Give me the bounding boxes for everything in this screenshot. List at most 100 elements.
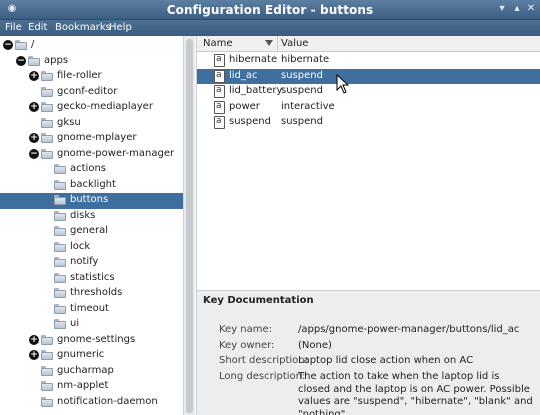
directory-tree[interactable]: − / − apps + file-roller gconf-editor + gecko-me… bbox=[0, 36, 183, 415]
tree-item[interactable]: + gnome-settings bbox=[0, 333, 183, 349]
tree-item[interactable]: ui bbox=[0, 317, 183, 333]
key-owner-value: (None) bbox=[298, 340, 332, 351]
key-list[interactable]: Name Value hibernatehibernatelid_acsuspe… bbox=[196, 36, 540, 290]
tree-item-label: apps bbox=[44, 54, 69, 66]
folder-icon bbox=[15, 40, 27, 50]
tree-item[interactable]: + gnome-mplayer bbox=[0, 131, 183, 147]
tree-scrollbar-thumb[interactable] bbox=[186, 39, 193, 413]
expand-icon[interactable]: + bbox=[29, 350, 39, 360]
tree-item[interactable]: timeout bbox=[0, 302, 183, 318]
key-name: suspend bbox=[229, 116, 271, 127]
menu-file[interactable]: File bbox=[5, 22, 22, 33]
key-row[interactable]: suspend suspend bbox=[197, 115, 540, 131]
key-name: hibernate bbox=[229, 54, 278, 65]
key-name-value: /apps/gnome-power-manager/buttons/lid_ac bbox=[298, 324, 520, 335]
folder-icon bbox=[41, 102, 53, 112]
expand-icon[interactable]: + bbox=[29, 102, 39, 112]
key-value[interactable]: hibernate bbox=[281, 54, 329, 65]
title-bar: ◉ Configuration Editor - buttons ▾ ▴ ✕ bbox=[0, 0, 540, 20]
tree-item-label: lock bbox=[70, 240, 91, 252]
key-documentation-panel: Key Documentation Key name: /apps/gnome-… bbox=[196, 290, 540, 415]
window-title: Configuration Editor - buttons bbox=[166, 3, 374, 17]
folder-icon bbox=[54, 195, 66, 205]
folder-icon bbox=[54, 288, 66, 298]
sort-descending-icon bbox=[265, 40, 273, 46]
collapse-icon[interactable]: − bbox=[29, 148, 39, 159]
key-row[interactable]: lid_batterysuspend bbox=[197, 84, 540, 100]
folder-icon bbox=[41, 117, 53, 128]
tree-item[interactable]: buttons bbox=[0, 193, 183, 209]
tree-item[interactable]: − / bbox=[0, 38, 183, 54]
tree-item-label: actions bbox=[70, 163, 106, 174]
expand-icon[interactable]: + bbox=[29, 71, 39, 81]
collapse-icon[interactable]: − bbox=[3, 40, 13, 50]
key-owner-label: Key owner: bbox=[219, 340, 275, 351]
folder-icon bbox=[41, 365, 53, 376]
tree-item[interactable]: notify bbox=[0, 255, 183, 271]
tree-item-label: notification-daemon bbox=[57, 395, 158, 407]
key-name: power bbox=[229, 100, 260, 112]
tree-item[interactable]: + gecko-mediaplayer bbox=[0, 100, 183, 116]
tree-item[interactable]: gucharmap bbox=[0, 364, 183, 380]
key-value[interactable]: suspend bbox=[281, 116, 323, 127]
key-name: lid_ac bbox=[229, 69, 258, 81]
folder-icon bbox=[54, 272, 66, 283]
tree-item[interactable]: actions bbox=[0, 162, 183, 178]
collapse-icon[interactable]: − bbox=[16, 55, 26, 66]
folder-icon bbox=[54, 241, 66, 252]
folder-icon bbox=[41, 334, 53, 345]
tree-item[interactable]: thresholds bbox=[0, 286, 183, 302]
tree-item-label: gconf-editor bbox=[57, 85, 118, 97]
tree-item[interactable]: general bbox=[0, 224, 183, 240]
folder-icon bbox=[54, 226, 66, 236]
tree-item[interactable]: lock bbox=[0, 240, 183, 256]
tree-item-label: buttons bbox=[70, 194, 109, 205]
folder-icon bbox=[54, 303, 66, 314]
key-value[interactable]: suspend bbox=[281, 70, 323, 81]
menu-help[interactable]: Help bbox=[109, 22, 132, 33]
key-row[interactable]: hibernatehibernate bbox=[197, 53, 540, 69]
tree-item[interactable]: notification-daemon bbox=[0, 395, 183, 411]
mouse-pointer-icon bbox=[336, 74, 350, 94]
key-value[interactable]: interactive bbox=[281, 101, 335, 112]
tree-scrollbar[interactable] bbox=[183, 36, 195, 415]
key-row[interactable]: power interactive bbox=[197, 100, 540, 116]
tree-item-label: gnome-power-manager bbox=[57, 147, 175, 159]
folder-icon bbox=[41, 396, 53, 407]
key-row[interactable]: lid_ac suspend bbox=[197, 68, 540, 84]
folder-icon bbox=[54, 164, 66, 174]
folder-icon bbox=[54, 179, 66, 190]
minimize-icon[interactable]: ▾ bbox=[496, 3, 508, 15]
column-header-name[interactable]: Name bbox=[203, 38, 233, 49]
menu-bar: File Edit Bookmarks Help bbox=[0, 20, 540, 36]
expand-icon[interactable]: + bbox=[29, 133, 39, 143]
column-separator[interactable] bbox=[277, 36, 278, 52]
menu-edit[interactable]: Edit bbox=[28, 22, 47, 33]
tree-item[interactable]: − gnome-power-manager bbox=[0, 147, 183, 163]
tree-item[interactable]: gconf-editor bbox=[0, 85, 183, 101]
folder-icon bbox=[54, 257, 66, 267]
tree-item-label: gucharmap bbox=[57, 364, 114, 376]
tree-item[interactable]: gksu bbox=[0, 116, 183, 132]
folder-icon bbox=[54, 210, 66, 221]
tree-item[interactable]: statistics bbox=[0, 271, 183, 287]
tree-item[interactable]: backlight bbox=[0, 178, 183, 194]
tree-item[interactable]: + gnumeric bbox=[0, 348, 183, 364]
tree-item-label: ui bbox=[70, 318, 80, 329]
tree-item[interactable]: nm-applet bbox=[0, 379, 183, 395]
tree-item-label: gecko-mediaplayer bbox=[57, 101, 153, 112]
tree-item[interactable]: − apps bbox=[0, 54, 183, 70]
expand-icon[interactable]: + bbox=[29, 334, 39, 345]
key-value[interactable]: suspend bbox=[281, 85, 323, 96]
maximize-icon[interactable]: ▴ bbox=[511, 3, 523, 15]
close-icon[interactable]: ✕ bbox=[525, 3, 537, 15]
string-key-icon bbox=[214, 54, 225, 67]
tree-item-label: gksu bbox=[57, 116, 81, 128]
column-header-value[interactable]: Value bbox=[281, 38, 308, 49]
menu-bookmarks[interactable]: Bookmarks bbox=[55, 22, 111, 33]
long-description-label: Long description: bbox=[219, 371, 306, 382]
tree-item-label: backlight bbox=[70, 178, 116, 190]
tree-item[interactable]: disks bbox=[0, 209, 183, 225]
tree-item-label: thresholds bbox=[70, 287, 123, 298]
tree-item[interactable]: + file-roller bbox=[0, 69, 183, 85]
